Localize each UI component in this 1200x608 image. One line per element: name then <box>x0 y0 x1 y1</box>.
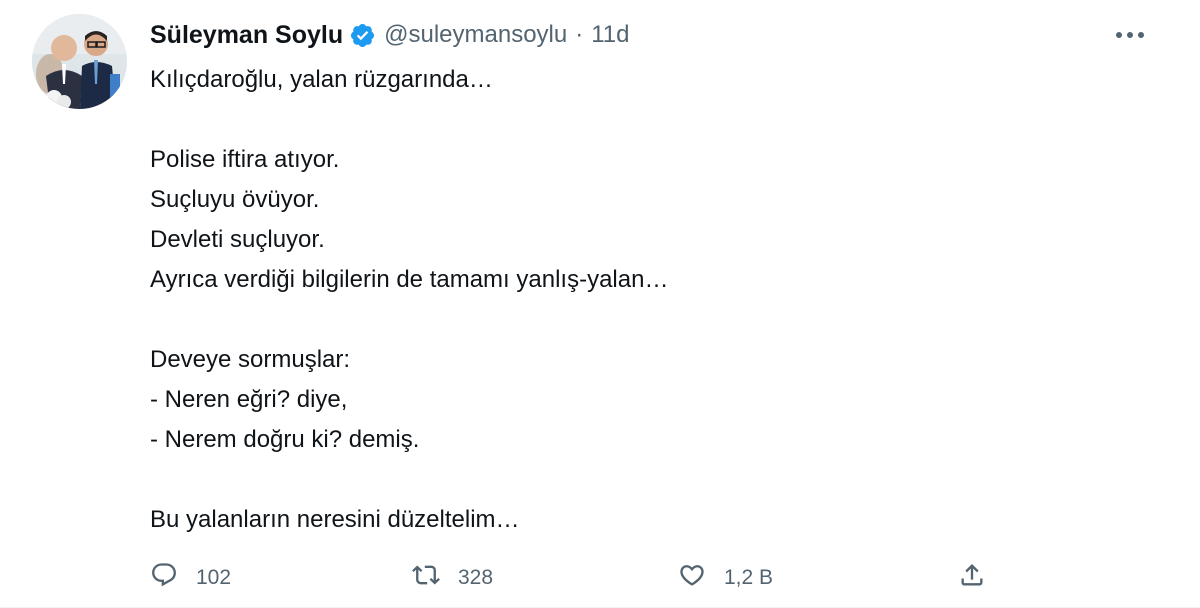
reply-icon <box>150 561 178 595</box>
timestamp[interactable]: 11d <box>591 21 629 49</box>
retweet-count: 328 <box>458 566 494 589</box>
profile-photo <box>32 14 127 109</box>
user-handle[interactable]: @suleymansoylu <box>384 21 567 49</box>
retweet-button[interactable]: 328 <box>412 558 493 598</box>
action-bar: 102 328 1,2 B <box>150 558 1010 598</box>
tweet-line: Kılıçdaroğlu, yalan rüzgarında… <box>150 66 493 93</box>
reply-button[interactable]: 102 <box>150 558 231 598</box>
tweet-line: Ayrıca verdiği bilgilerin de tamamı yanl… <box>150 266 669 293</box>
tweet-card: Süleyman Soylu @suleymansoylu · 11d Kılı… <box>0 0 1200 608</box>
tweet-line: Polise iftira atıyor. <box>150 146 340 173</box>
verified-badge-icon <box>349 22 376 49</box>
like-count: 1,2 B <box>724 566 774 589</box>
tweet-line: - Nerem doğru ki? demiş. <box>150 426 420 453</box>
separator-dot: · <box>575 21 584 48</box>
tweet-line: Suçluyu övüyor. <box>150 186 320 213</box>
more-options-icon[interactable] <box>1110 20 1150 50</box>
display-name[interactable]: Süleyman Soylu <box>150 21 343 50</box>
tweet-header: Süleyman Soylu @suleymansoylu · 11d <box>150 18 630 52</box>
tweet-line: Devleti suçluyor. <box>150 226 325 253</box>
share-button[interactable] <box>958 558 986 598</box>
avatar[interactable] <box>32 14 127 109</box>
retweet-icon <box>412 561 440 595</box>
tweet-text: Kılıçdaroğlu, yalan rüzgarında… Polise i… <box>150 60 1150 540</box>
reply-count: 102 <box>196 566 232 589</box>
share-icon <box>958 561 986 595</box>
tweet-line: Deveye sormuşlar: <box>150 346 351 373</box>
like-icon <box>678 561 706 595</box>
like-button[interactable]: 1,2 B <box>678 558 773 598</box>
tweet-line: Bu yalanların neresini düzeltelim… <box>150 506 520 533</box>
tweet-line: - Neren eğri? diye, <box>150 386 348 413</box>
